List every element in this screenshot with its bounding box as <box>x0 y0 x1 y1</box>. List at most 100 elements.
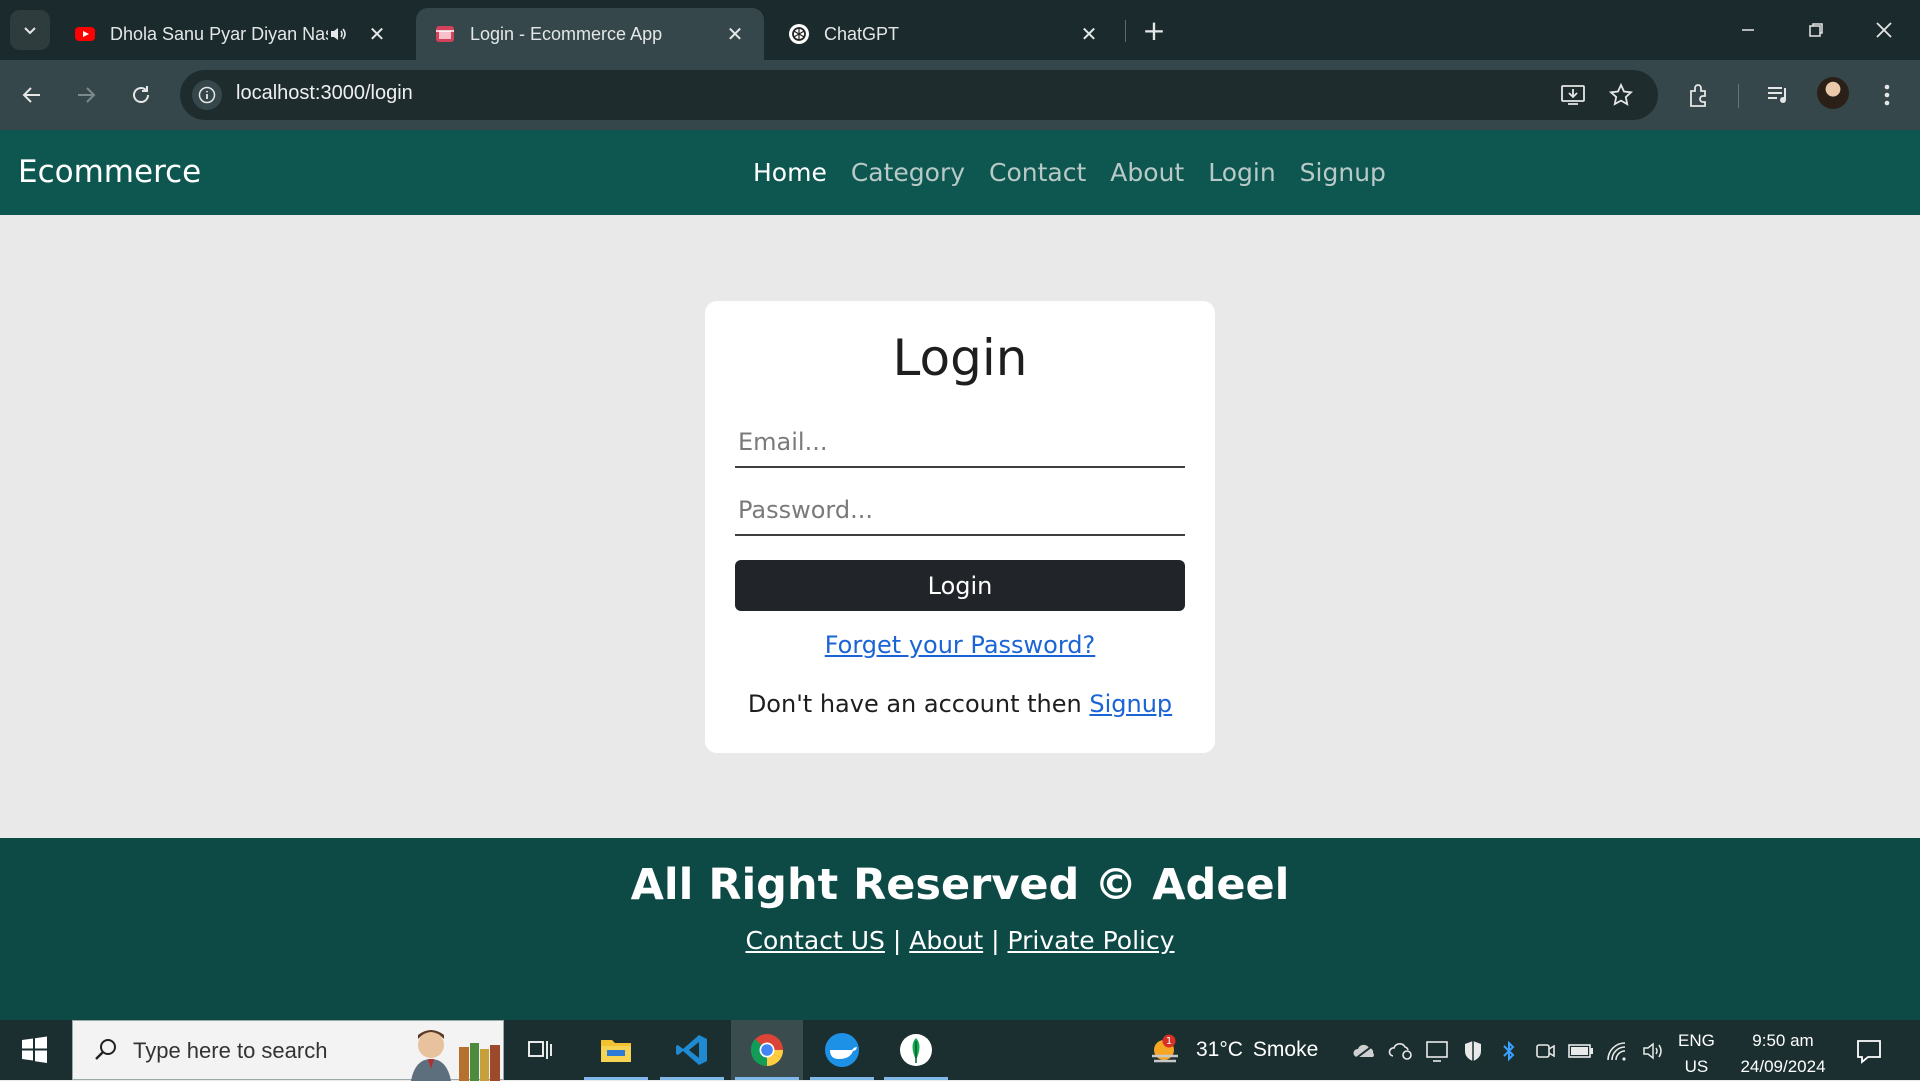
onedrive-icon[interactable] <box>1352 1038 1378 1064</box>
browser-tab-strip: Dhola Sanu Pyar Diyan Nashi ✕ Login - Ec… <box>0 0 1920 60</box>
media-control-icon[interactable] <box>1761 78 1795 112</box>
toolbar-separator <box>1738 84 1739 108</box>
speaker-icon[interactable] <box>328 24 348 44</box>
tab-search-button[interactable] <box>10 10 50 50</box>
signup-prompt-text: Don't have an account then <box>747 690 1082 718</box>
folder-icon <box>601 1040 631 1062</box>
windows-start-icon[interactable] <box>14 1034 54 1066</box>
extensions-icon[interactable] <box>1682 78 1716 112</box>
footer-link-privacy[interactable]: Private Policy <box>1007 926 1174 955</box>
task-view-button[interactable] <box>504 1020 576 1080</box>
search-icon <box>95 1039 116 1060</box>
bookmark-star-icon[interactable] <box>1608 82 1634 108</box>
login-card: Login Login Forget your Password? Don't … <box>705 301 1215 753</box>
search-placeholder: Type here to search <box>133 1038 328 1063</box>
nav-link-category[interactable]: Category <box>851 158 965 187</box>
taskbar-file-explorer[interactable] <box>580 1020 652 1080</box>
tab-login[interactable]: Login - Ecommerce App ✕ <box>416 8 764 60</box>
footer-separator: | <box>991 926 1000 955</box>
close-icon <box>1876 22 1892 38</box>
store-icon <box>436 26 454 42</box>
taskbar-docker[interactable] <box>806 1020 878 1080</box>
notification-center-icon[interactable] <box>1854 1036 1884 1066</box>
site-info-icon[interactable] <box>192 80 222 110</box>
chevron-down-icon <box>24 27 36 35</box>
close-window-button[interactable] <box>1860 10 1908 50</box>
weather-temp: 31°C <box>1196 1038 1243 1061</box>
system-clock[interactable]: 9:50 am 24/09/2024 <box>1728 1028 1838 1080</box>
security-shield-icon[interactable] <box>1460 1038 1486 1064</box>
footer-link-about[interactable]: About <box>909 926 983 955</box>
address-bar[interactable]: localhost:3000/login <box>180 70 1658 120</box>
password-field[interactable] <box>735 486 1185 536</box>
nav-link-login[interactable]: Login <box>1208 158 1275 187</box>
profile-avatar[interactable] <box>1817 77 1849 109</box>
url-text[interactable]: localhost:3000/login <box>236 82 413 105</box>
weather-widget[interactable]: 1 31°C Smoke <box>1148 1034 1318 1066</box>
nav-link-contact[interactable]: Contact <box>989 158 1086 187</box>
chatgpt-icon <box>789 24 809 44</box>
footer-copyright: All Right Reserved © Adeel <box>630 860 1290 910</box>
minimize-button[interactable] <box>1724 10 1772 50</box>
tab-youtube[interactable]: Dhola Sanu Pyar Diyan Nashi ✕ <box>56 8 406 60</box>
language-region: US <box>1684 1057 1709 1076</box>
mongodb-icon <box>900 1034 932 1066</box>
login-button[interactable]: Login <box>735 560 1185 611</box>
task-view-icon <box>528 1041 552 1059</box>
signup-link[interactable]: Signup <box>1089 690 1172 718</box>
tab-chatgpt[interactable]: ChatGPT ✕ <box>770 8 1118 60</box>
windows-taskbar: Type here to search 1 31°C Smoke ENG US … <box>0 1020 1920 1081</box>
login-title: Login <box>892 329 1028 387</box>
language-code: ENG <box>1678 1031 1715 1050</box>
restore-icon <box>1809 23 1823 37</box>
clock-time: 9:50 am <box>1752 1031 1814 1050</box>
restore-button[interactable] <box>1792 10 1840 50</box>
clock-date: 24/09/2024 <box>1740 1057 1826 1076</box>
close-tab-icon[interactable]: ✕ <box>724 23 746 46</box>
footer-separator: | <box>892 926 902 955</box>
site-footer: All Right Reserved © Adeel Contact US | … <box>0 838 1920 1020</box>
docker-icon <box>825 1033 859 1067</box>
forward-button[interactable] <box>66 75 106 115</box>
weather-badge: 1 <box>1166 1036 1172 1047</box>
youtube-icon <box>75 27 95 41</box>
browser-toolbar: localhost:3000/login <box>0 60 1920 130</box>
footer-link-contact[interactable]: Contact US <box>745 926 884 955</box>
menu-kebab-icon[interactable] <box>1870 78 1904 112</box>
display-icon[interactable] <box>1424 1038 1450 1064</box>
nav-link-signup[interactable]: Signup <box>1300 158 1386 187</box>
forgot-password-link[interactable]: Forget your Password? <box>705 631 1215 659</box>
footer-links: Contact US | About | Private Policy <box>0 926 1920 955</box>
email-field[interactable] <box>735 418 1185 468</box>
brand-logo[interactable]: Ecommerce <box>18 154 201 190</box>
wifi-icon[interactable] <box>1604 1038 1630 1064</box>
taskbar-vscode[interactable] <box>656 1020 728 1080</box>
meet-now-icon[interactable] <box>1532 1038 1558 1064</box>
battery-icon[interactable] <box>1568 1038 1594 1064</box>
weather-smoke-icon: 1 <box>1152 1034 1178 1063</box>
input-language[interactable]: ENG US <box>1678 1028 1715 1080</box>
install-app-icon[interactable] <box>1560 82 1586 108</box>
new-tab-button[interactable]: + <box>1138 14 1170 47</box>
back-button[interactable] <box>12 75 52 115</box>
tab-separator <box>1125 20 1126 42</box>
close-tab-icon[interactable]: ✕ <box>1078 23 1100 46</box>
taskbar-chrome[interactable] <box>731 1020 803 1080</box>
reload-button[interactable] <box>121 75 161 115</box>
taskbar-search-box[interactable]: Type here to search <box>72 1020 504 1081</box>
site-navbar: Ecommerce Home Category Contact About Lo… <box>0 130 1920 215</box>
weather-condition: Smoke <box>1252 1038 1319 1061</box>
taskbar-mongodb-compass[interactable] <box>880 1020 952 1080</box>
bluetooth-icon[interactable] <box>1496 1038 1522 1064</box>
tab-title: Login - Ecommerce App <box>470 23 663 44</box>
nav-links: Home Category Contact About Login Signup <box>753 158 1410 187</box>
cloud-settings-icon[interactable] <box>1388 1038 1414 1064</box>
close-tab-icon[interactable]: ✕ <box>366 23 388 46</box>
nav-link-home[interactable]: Home <box>753 158 827 187</box>
arrow-right-icon <box>78 87 96 103</box>
minimize-icon <box>1742 29 1754 31</box>
nav-link-about[interactable]: About <box>1110 158 1184 187</box>
reload-icon <box>133 86 149 103</box>
search-highlight-illustration <box>411 1030 500 1081</box>
volume-icon[interactable] <box>1640 1038 1666 1064</box>
